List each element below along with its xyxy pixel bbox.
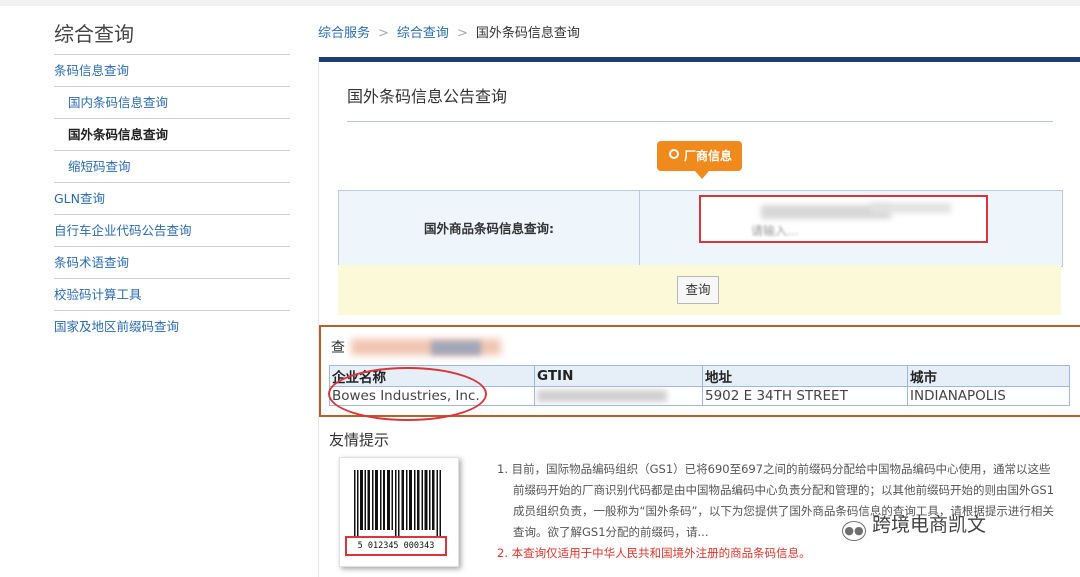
barcode-search-input[interactable]: 请输入... <box>699 195 988 243</box>
watermark-text: 跨境电商凯文 <box>872 514 987 536</box>
cell-city: INDIANAPOLIS <box>907 386 1070 406</box>
query-button[interactable]: 查询 <box>677 276 719 304</box>
sidebar-item-barcode-info[interactable]: 条码信息查询 <box>54 55 290 87</box>
sidebar-item-gln[interactable]: GLN查询 <box>54 183 290 215</box>
wechat-icon: ●● <box>842 521 866 541</box>
query-form: 国外商品条码信息查询: 请输入... <box>338 190 1063 267</box>
query-label: 国外商品条码信息查询: <box>339 191 640 266</box>
cell-gtin <box>534 386 703 406</box>
sidebar: 综合查询 条码信息查询 国内条码信息查询 国外条码信息查询 缩短码查询 GLN查… <box>54 14 290 342</box>
input-placeholder: 请输入... <box>751 224 799 238</box>
sidebar-item-check-digit-tool[interactable]: 校验码计算工具 <box>54 279 290 311</box>
redacted-gtin <box>537 390 667 402</box>
breadcrumb-separator: > <box>456 26 468 41</box>
radio-icon <box>669 149 679 159</box>
tab-manufacturer-info[interactable]: 厂商信息 <box>657 141 743 179</box>
redacted-text <box>871 203 951 213</box>
sidebar-item-short-code[interactable]: 缩短码查询 <box>54 151 290 183</box>
sidebar-item-domestic-barcode[interactable]: 国内条码信息查询 <box>54 87 290 119</box>
sidebar-item-terms[interactable]: 条码术语查询 <box>54 247 290 279</box>
redacted-text <box>431 341 481 355</box>
breadcrumb-link-services[interactable]: 综合服务 <box>318 26 370 41</box>
column-header-city: 城市 <box>907 365 1070 387</box>
watermark: ●● 跨境电商凯文 <box>842 510 986 541</box>
barcode-digits: 5 012345 000343 <box>345 536 447 556</box>
column-header-gtin: GTIN <box>534 365 703 387</box>
tip-line-2: 2. 本查询仅适用于中华人民共和国境外注册的商品条码信息。 <box>497 546 811 560</box>
result-section: 查 企业名称 GTIN 地址 城市 Bowes Industries, Inc.… <box>319 325 1080 421</box>
submit-row: 查询 <box>338 265 1061 315</box>
sidebar-item-foreign-barcode[interactable]: 国外条码信息查询 <box>54 119 290 151</box>
cell-address: 5902 E 34TH STREET <box>702 386 908 406</box>
result-title: 查 <box>331 340 345 356</box>
top-strip <box>0 0 1080 6</box>
highlight-circle <box>328 367 487 421</box>
breadcrumb-current: 国外条码信息查询 <box>475 26 580 41</box>
sidebar-title: 综合查询 <box>54 14 290 55</box>
breadcrumb-separator: > <box>378 26 389 41</box>
breadcrumb-link-query[interactable]: 综合查询 <box>397 26 449 41</box>
sidebar-item-bicycle-code[interactable]: 自行车企业代码公告查询 <box>54 215 290 247</box>
column-header-address: 地址 <box>702 365 908 387</box>
barcode-icon <box>354 470 441 536</box>
breadcrumb: 综合服务 > 综合查询 > 国外条码信息查询 <box>318 22 580 41</box>
main-panel: 国外条码信息公告查询 厂商信息 国外商品条码信息查询: 请输入... 查询 查 … <box>318 57 1080 577</box>
sidebar-item-country-prefix[interactable]: 国家及地区前缀码查询 <box>54 311 290 342</box>
page-title: 国外条码信息公告查询 <box>347 87 508 106</box>
title-divider <box>347 121 1053 122</box>
panel-header-bar <box>319 57 1080 62</box>
tips-title: 友情提示 <box>329 431 390 449</box>
tab-label: 厂商信息 <box>684 149 733 163</box>
barcode-image: 5 012345 000343 <box>339 457 459 567</box>
